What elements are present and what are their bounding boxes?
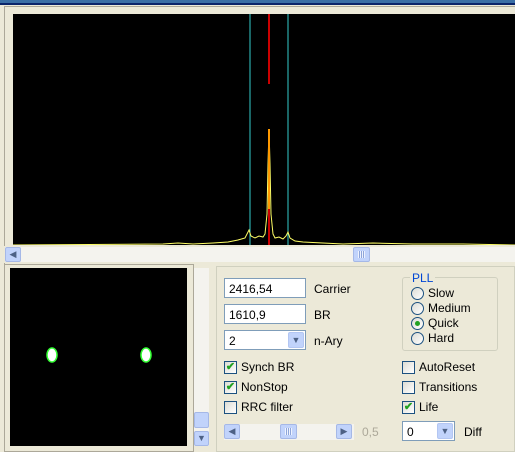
carrier-label: Carrier [314, 282, 351, 296]
autoreset-label[interactable]: AutoReset [419, 360, 475, 374]
scroll-down-icon[interactable]: ▼ [194, 431, 209, 446]
carrier-input[interactable]: 2416,54 [224, 278, 306, 298]
slider-thumb[interactable] [280, 424, 297, 439]
grip-icon [284, 428, 292, 435]
pll-option-medium-radio[interactable] [411, 302, 424, 315]
br-label: BR [314, 308, 331, 322]
diff-value: 0 [407, 425, 414, 439]
spectrum-trace [13, 128, 515, 245]
grip-icon [357, 251, 365, 258]
synch-br-checkbox[interactable]: ✔ [224, 361, 237, 374]
br-input[interactable]: 1610,9 [224, 304, 306, 324]
nary-value: 2 [229, 334, 236, 348]
pll-option-quick-label[interactable]: Quick [428, 316, 459, 330]
pll-option-hard-label[interactable]: Hard [428, 331, 454, 345]
synch-br-label[interactable]: Synch BR [241, 360, 294, 374]
life-checkbox[interactable]: ✔ [402, 401, 415, 414]
scroll-left-icon[interactable]: ◀ [5, 247, 21, 262]
constellation-plot [46, 347, 152, 363]
life-label[interactable]: Life [419, 400, 438, 414]
nonstop-label[interactable]: NonStop [241, 380, 288, 394]
diff-label: Diff [464, 425, 482, 439]
rrc-filter-label[interactable]: RRC filter [241, 400, 293, 414]
spectrum-scrollbar[interactable]: ◀ [4, 246, 515, 263]
slider-readout: 0,5 [362, 425, 379, 439]
constellation-scrollbar[interactable]: ▼ [194, 268, 209, 446]
nary-label: n-Ary [314, 334, 343, 348]
pll-option-slow-radio[interactable] [411, 287, 424, 300]
autoreset-checkbox[interactable] [402, 361, 415, 374]
chevron-down-icon[interactable]: ▼ [288, 332, 304, 348]
carrier-peak-base [268, 209, 270, 245]
pll-option-medium-label[interactable]: Medium [428, 301, 471, 315]
chevron-down-icon[interactable]: ▼ [437, 423, 453, 439]
nary-select[interactable]: 2 ▼ [224, 330, 306, 350]
rrc-filter-checkbox[interactable] [224, 401, 237, 414]
slider-right-icon[interactable]: ▶ [336, 424, 352, 439]
pll-title: PLL [410, 271, 436, 285]
nonstop-checkbox[interactable]: ✔ [224, 381, 237, 394]
diff-select[interactable]: 0 ▼ [402, 421, 455, 441]
constellation-display [10, 268, 187, 446]
constellation-point [140, 347, 152, 363]
spectrum-display[interactable] [13, 14, 515, 245]
constellation-scroll-thumb[interactable] [194, 412, 209, 428]
constellation-point [46, 347, 58, 363]
pll-option-quick-radio[interactable] [411, 317, 424, 330]
transitions-label[interactable]: Transitions [419, 380, 477, 394]
threshold-slider[interactable]: ◀ ▶ [223, 423, 355, 441]
pll-option-hard-radio[interactable] [411, 332, 424, 345]
transitions-checkbox[interactable] [402, 381, 415, 394]
spectrum-plot [13, 14, 515, 245]
title-bar-strip [0, 0, 515, 3]
slider-left-icon[interactable]: ◀ [224, 424, 240, 439]
spectrum-scroll-thumb[interactable] [353, 247, 370, 262]
pll-option-slow-label[interactable]: Slow [428, 286, 454, 300]
